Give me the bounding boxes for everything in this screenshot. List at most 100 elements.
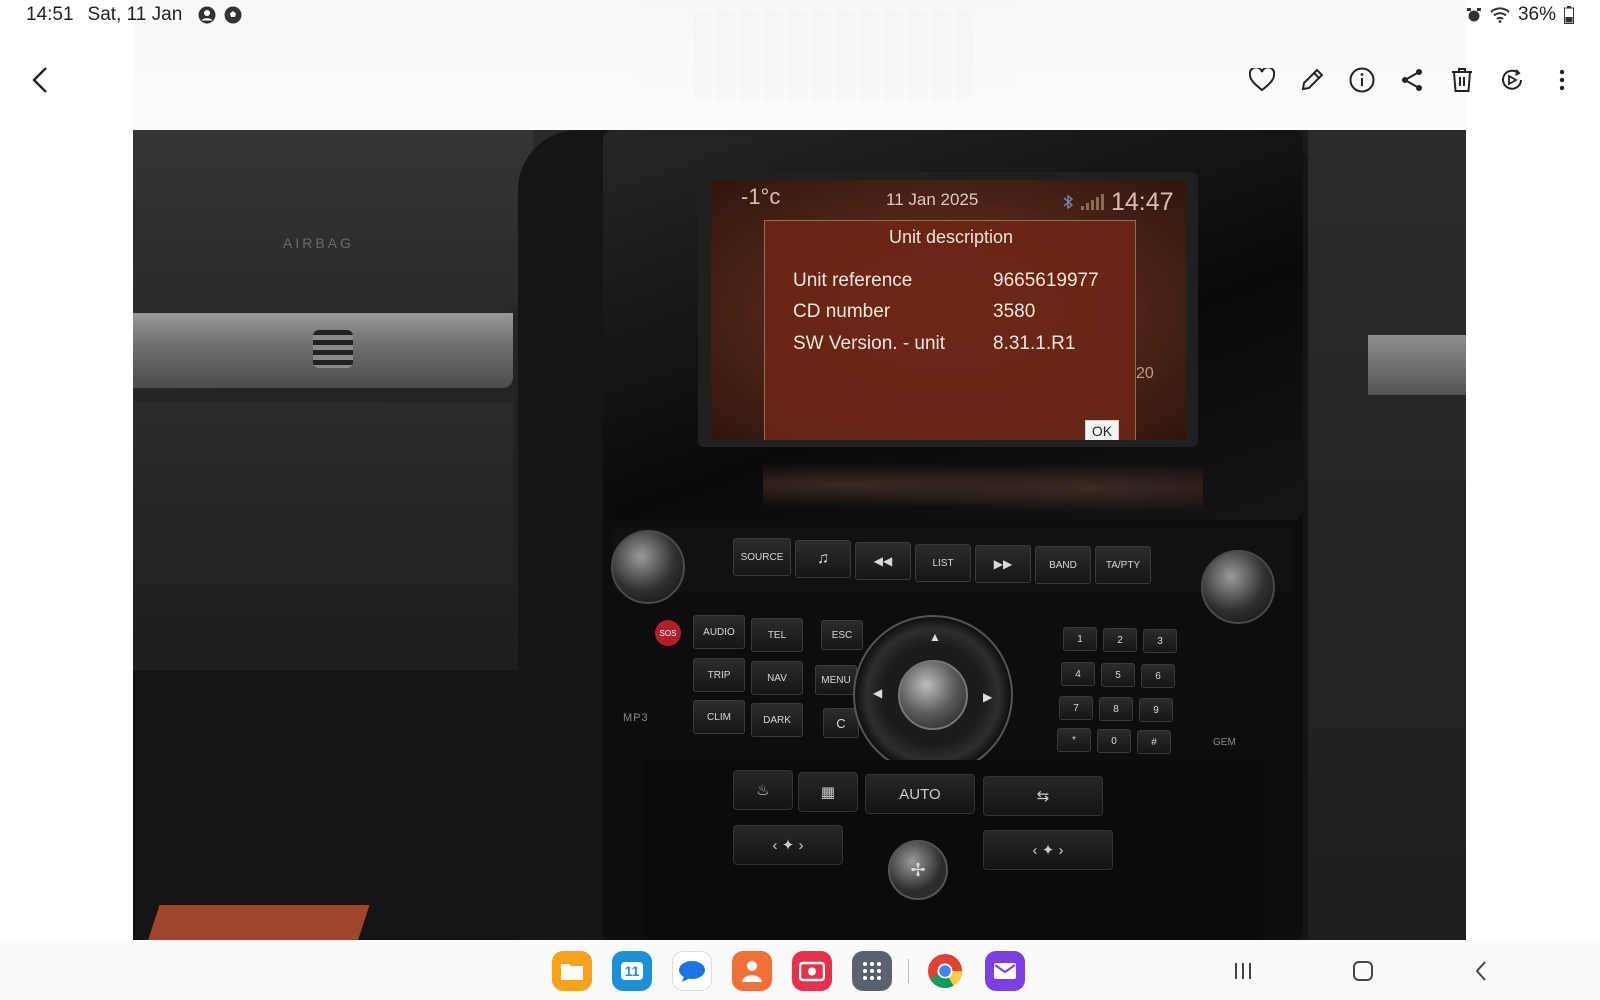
status-date: Sat, 11 Jan <box>87 4 183 25</box>
calendar-app-icon[interactable]: 11 <box>612 951 652 991</box>
back-icon[interactable] <box>1468 958 1494 984</box>
keypad-star[interactable]: * <box>1057 728 1091 752</box>
climate-right-temp-control[interactable]: ‹ ✦ › <box>983 830 1113 870</box>
keypad-3[interactable]: 3 <box>1143 629 1177 653</box>
info-row-sw-version: SW Version. - unit 8.31.1.R1 <box>793 333 1123 355</box>
info-label: SW Version. - unit <box>793 333 946 354</box>
panel-button-ta-pty[interactable]: TA/PTY <box>1095 546 1151 584</box>
bluetooth-icon <box>1063 194 1074 210</box>
head-unit-console: -1°c 11 Jan 2025 14:47 20 Unit descripti… <box>603 130 1303 940</box>
alarm-icon <box>1466 7 1482 23</box>
app-drawer-icon[interactable] <box>852 951 892 991</box>
chrome-app-icon[interactable] <box>925 951 965 991</box>
info-row-cd-number: CD number 3580 <box>793 301 1123 323</box>
dpad-up-icon[interactable]: ▲ <box>929 630 941 644</box>
taskbar-dock: 11 <box>0 940 1600 1000</box>
panel-button-nav[interactable]: NAV <box>751 661 803 695</box>
keypad-7[interactable]: 7 <box>1059 696 1093 720</box>
keypad-6[interactable]: 6 <box>1141 664 1175 688</box>
recent-apps-icon[interactable] <box>1230 958 1256 984</box>
back-arrow-icon[interactable] <box>26 66 54 94</box>
status-time: 14:51 <box>26 4 74 25</box>
info-icon[interactable] <box>1348 66 1376 94</box>
battery-percent: 36% <box>1517 4 1556 25</box>
ok-button[interactable]: OK <box>1085 420 1119 440</box>
share-icon[interactable] <box>1398 66 1426 94</box>
panel-button-tel[interactable]: TEL <box>751 618 803 652</box>
climate-defrost-rear-icon[interactable]: ▦ <box>798 772 858 812</box>
unit-description-dialog: Unit description Unit reference 96656199… <box>764 220 1136 440</box>
panel-button-music[interactable]: ♫ <box>795 540 851 578</box>
dashboard-right <box>1308 130 1466 940</box>
keypad-4[interactable]: 4 <box>1061 662 1095 686</box>
status-bar: 14:51 Sat, 11 Jan 36% <box>0 0 1600 30</box>
volume-knob[interactable] <box>611 530 685 604</box>
my-files-app-icon[interactable] <box>552 951 592 991</box>
keypad-1[interactable]: 1 <box>1063 627 1097 651</box>
glovebox <box>133 402 513 662</box>
dialog-title: Unit description <box>888 227 1014 247</box>
panel-button-trip[interactable]: TRIP <box>693 658 745 692</box>
fan-speed-knob-icon[interactable]: ✢ <box>888 840 948 900</box>
screen-side-number: 20 <box>1136 365 1154 382</box>
panel-button-esc[interactable]: ESC <box>821 620 863 650</box>
mp3-label: MP3 <box>623 712 649 724</box>
info-value: 3580 <box>993 301 1036 322</box>
keypad-hash[interactable]: # <box>1137 730 1171 754</box>
info-label: CD number <box>793 301 891 322</box>
keypad-5[interactable]: 5 <box>1101 663 1135 687</box>
panel-button-c[interactable]: C <box>823 708 859 738</box>
toolbar-actions <box>1248 66 1576 94</box>
edit-pencil-icon[interactable] <box>1298 66 1326 94</box>
keypad-8[interactable]: 8 <box>1099 697 1133 721</box>
screen-time: 14:47 <box>1111 188 1174 216</box>
info-value: 9665619977 <box>993 270 1099 291</box>
screen-recorder-app-icon[interactable] <box>792 951 832 991</box>
keypad-9[interactable]: 9 <box>1139 698 1173 722</box>
panel-button-source[interactable]: SOURCE <box>733 538 791 576</box>
side-vent <box>313 330 353 368</box>
gallery-toolbar <box>0 30 1600 130</box>
contacts-app-icon[interactable] <box>732 951 772 991</box>
climate-auto-button[interactable]: AUTO <box>865 774 975 814</box>
climate-defrost-front-icon[interactable]: ♨ <box>733 770 793 810</box>
battery-icon <box>1564 6 1574 24</box>
panel-button-audio[interactable]: AUDIO <box>693 615 745 649</box>
dock-divider <box>908 959 909 983</box>
head-unit-screen: -1°c 11 Jan 2025 14:47 20 Unit descripti… <box>711 180 1186 440</box>
favorite-heart-icon[interactable] <box>1248 66 1276 94</box>
footwell <box>133 670 533 940</box>
panel-button-band[interactable]: BAND <box>1035 546 1091 584</box>
right-trim-strip <box>1368 335 1466 395</box>
football-icon <box>224 6 242 24</box>
dpad-center-knob[interactable] <box>898 660 968 730</box>
climate-left-temp-control[interactable]: ‹ ✦ › <box>733 825 843 865</box>
remaster-icon[interactable] <box>1498 66 1526 94</box>
panel-button-dark[interactable]: DARK <box>751 703 803 737</box>
home-icon[interactable] <box>1350 958 1376 984</box>
floor-mat <box>146 905 370 940</box>
eject-knob[interactable] <box>1201 550 1275 624</box>
panel-button-list[interactable]: LIST <box>915 544 971 582</box>
status-right: 36% <box>1466 4 1574 26</box>
delete-trash-icon[interactable] <box>1448 66 1476 94</box>
keypad-2[interactable]: 2 <box>1103 628 1137 652</box>
more-options-icon[interactable] <box>1548 66 1576 94</box>
climate-recirculation-icon[interactable]: ⇆ <box>983 776 1103 816</box>
account-icon <box>198 6 216 24</box>
info-row-unit-reference: Unit reference 9665619977 <box>793 270 1123 292</box>
photo-viewer-image[interactable]: AIRBAG -1°c 11 Jan 2025 14:47 20 Unit de… <box>133 130 1466 940</box>
dashboard-top-panel <box>133 130 533 315</box>
sos-button[interactable]: SOS <box>655 620 681 646</box>
dpad-right-icon[interactable]: ▶ <box>983 690 992 704</box>
messages-app-icon[interactable] <box>672 951 712 991</box>
panel-button-menu[interactable]: MENU <box>815 665 857 695</box>
dpad-left-icon[interactable]: ◀ <box>873 686 882 700</box>
screen-temperature: -1°c <box>741 184 781 209</box>
panel-button-clim[interactable]: CLIM <box>693 700 745 734</box>
panel-button-forward[interactable]: ▶▶ <box>975 545 1031 583</box>
panel-button-rewind[interactable]: ◀◀ <box>855 542 911 580</box>
keypad-0[interactable]: 0 <box>1097 729 1131 753</box>
email-app-icon[interactable] <box>985 951 1025 991</box>
info-label: Unit reference <box>793 270 913 291</box>
